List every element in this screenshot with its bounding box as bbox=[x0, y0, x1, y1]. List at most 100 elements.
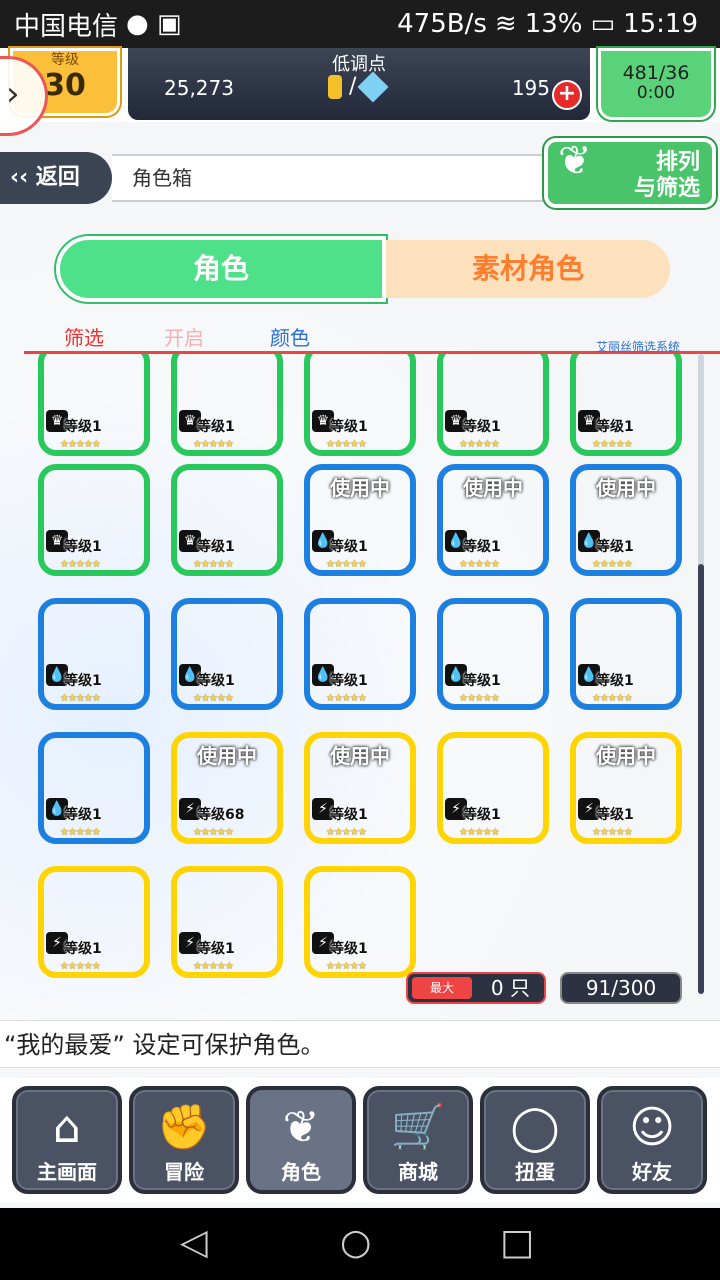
character-card[interactable]: ⚡ 等级1 ★★★★★ bbox=[38, 866, 150, 978]
tab-character[interactable]: 角色 bbox=[56, 236, 386, 302]
favorite-count: 最大 0 只 bbox=[406, 972, 546, 1004]
buy-gems-button[interactable]: + bbox=[552, 80, 582, 110]
card-level: 等级1 bbox=[463, 673, 501, 689]
character-card[interactable]: 💧 等级1 ★★★★★ bbox=[171, 598, 283, 710]
character-card[interactable]: 使用中 💧 等级1 ★★★★★ bbox=[570, 464, 682, 576]
card-level: 等级1 bbox=[197, 419, 235, 435]
character-card[interactable]: ⚡ 等级1 ★★★★★ bbox=[171, 866, 283, 978]
egg-icon: ◯ bbox=[510, 1102, 560, 1153]
card-level: 等级1 bbox=[64, 673, 102, 689]
battery: 13% bbox=[524, 9, 583, 39]
character-grid: ♛ 等级1 ★★★★★ ♛ 等级1 ★★★★★ ♛ 等级1 ★★★★★ ♛ 等级1 ★★★★★ ♛ 等级1… bbox=[38, 354, 688, 994]
tab-material[interactable]: 素材角色 bbox=[386, 240, 670, 298]
character-card[interactable]: ♛ 等级1 ★★★★★ bbox=[570, 354, 682, 456]
filter-bar: 筛选 开启 颜色 艾丽丝筛选系统 bbox=[24, 322, 720, 354]
in-use-badge: 使用中 bbox=[330, 744, 390, 768]
character-card[interactable]: 💧 等级1 ★★★★★ bbox=[437, 598, 549, 710]
friends-icon: ☺ bbox=[629, 1102, 675, 1153]
home-circle-icon[interactable]: ○ bbox=[340, 1222, 371, 1263]
card-level: 等级1 bbox=[596, 539, 634, 555]
character-card[interactable]: 💧 等级1 ★★★★★ bbox=[38, 732, 150, 844]
character-card[interactable]: ♛ 等级1 ★★★★★ bbox=[171, 464, 283, 576]
resource-bar: 低调点 25,273 / 195 + bbox=[128, 48, 590, 120]
recents-icon[interactable]: □ bbox=[500, 1222, 534, 1263]
rarity-stars: ★★★★★ bbox=[592, 827, 633, 838]
character-card[interactable]: 使用中 ⚡ 等级1 ★★★★★ bbox=[304, 732, 416, 844]
gold-icon bbox=[328, 75, 342, 99]
carrier: 中国电信 bbox=[14, 11, 119, 42]
nav-cart[interactable]: 🛒 商城 bbox=[363, 1086, 473, 1194]
character-card[interactable]: ♛ 等级1 ★★★★★ bbox=[437, 354, 549, 456]
nav-friends[interactable]: ☺ 好友 bbox=[597, 1086, 707, 1194]
favorite-value: 0 只 bbox=[490, 976, 530, 1000]
character-card[interactable]: ⚡ 等级1 ★★★★★ bbox=[437, 732, 549, 844]
card-level: 等级1 bbox=[197, 673, 235, 689]
rarity-stars: ★★★★★ bbox=[193, 961, 234, 972]
box-count: 91/300 bbox=[560, 972, 682, 1004]
clock: 15:19 bbox=[623, 9, 698, 39]
gold-amount: 25,273 bbox=[164, 76, 234, 100]
in-use-badge: 使用中 bbox=[596, 476, 656, 500]
gem-amount: 195 bbox=[511, 76, 550, 100]
network-speed: 475B/s bbox=[397, 9, 487, 39]
character-card[interactable]: ♛ 等级1 ★★★★★ bbox=[38, 464, 150, 576]
nav-handshake[interactable]: ✊ 冒险 bbox=[129, 1086, 239, 1194]
nav-bunny[interactable]: ❦ 角色 bbox=[246, 1086, 356, 1194]
card-level: 等级1 bbox=[64, 941, 102, 957]
card-level: 等级1 bbox=[463, 539, 501, 555]
scrollbar[interactable] bbox=[698, 354, 704, 994]
card-level: 等级68 bbox=[197, 807, 245, 823]
rarity-stars: ★★★★★ bbox=[326, 439, 367, 450]
back-button[interactable]: ‹‹ 返回 bbox=[0, 152, 112, 204]
character-card[interactable]: ♛ 等级1 ★★★★★ bbox=[304, 354, 416, 456]
back-icon[interactable]: ◁ bbox=[180, 1222, 208, 1263]
bunny-icon: ❦ bbox=[282, 1102, 320, 1153]
battery-icon: ▭ bbox=[590, 9, 616, 39]
handshake-icon: ✊ bbox=[156, 1102, 212, 1153]
filter-label[interactable]: 筛选 bbox=[64, 322, 104, 351]
nav-label: 商城 bbox=[398, 1160, 438, 1184]
scrollbar-thumb[interactable] bbox=[698, 564, 704, 994]
card-level: 等级1 bbox=[330, 539, 368, 555]
rarity-stars: ★★★★★ bbox=[459, 559, 500, 570]
top-bar: 等级 30 低调点 25,273 / 195 + 481/36 0:00 › bbox=[0, 48, 720, 136]
in-use-badge: 使用中 bbox=[463, 476, 523, 500]
rarity-stars: ★★★★★ bbox=[592, 439, 633, 450]
card-level: 等级1 bbox=[596, 419, 634, 435]
card-level: 等级1 bbox=[330, 807, 368, 823]
nav-home[interactable]: ⌂ 主画面 bbox=[12, 1086, 122, 1194]
card-level: 等级1 bbox=[463, 419, 501, 435]
character-card[interactable]: 💧 等级1 ★★★★★ bbox=[304, 598, 416, 710]
nav-row: ‹‹ 返回 角色箱 ❦ 排列 与筛选 bbox=[0, 138, 720, 208]
in-use-badge: 使用中 bbox=[330, 476, 390, 500]
rarity-stars: ★★★★★ bbox=[592, 693, 633, 704]
max-tag: 最大 bbox=[412, 977, 472, 999]
card-level: 等级1 bbox=[596, 807, 634, 823]
character-card[interactable]: 💧 等级1 ★★★★★ bbox=[38, 598, 150, 710]
rarity-stars: ★★★★★ bbox=[60, 961, 101, 972]
bottom-nav: ⌂ 主画面 ✊ 冒险 ❦ 角色 🛒 商城 ◯ 扭蛋 ☺ 好友 bbox=[0, 1078, 720, 1202]
character-card[interactable]: 使用中 💧 等级1 ★★★★★ bbox=[437, 464, 549, 576]
card-level: 等级1 bbox=[463, 807, 501, 823]
rarity-stars: ★★★★★ bbox=[459, 693, 500, 704]
card-level: 等级1 bbox=[596, 673, 634, 689]
character-card[interactable]: 使用中 ⚡ 等级68 ★★★★★ bbox=[171, 732, 283, 844]
nav-label: 好友 bbox=[632, 1160, 672, 1184]
character-card[interactable]: 💧 等级1 ★★★★★ bbox=[570, 598, 682, 710]
filter-system-label: 艾丽丝筛选系统 bbox=[595, 340, 680, 354]
sort-filter-button[interactable]: ❦ 排列 与筛选 bbox=[544, 138, 716, 208]
character-card[interactable]: ♛ 等级1 ★★★★★ bbox=[171, 354, 283, 456]
color-filter[interactable]: 颜色 bbox=[270, 322, 310, 351]
rarity-stars: ★★★★★ bbox=[60, 693, 101, 704]
rarity-stars: ★★★★★ bbox=[326, 559, 367, 570]
card-level: 等级1 bbox=[197, 941, 235, 957]
character-card[interactable]: ♛ 等级1 ★★★★★ bbox=[38, 354, 150, 456]
resource-title: 低调点 bbox=[332, 54, 386, 75]
card-level: 等级1 bbox=[330, 673, 368, 689]
character-card[interactable]: ⚡ 等级1 ★★★★★ bbox=[304, 866, 416, 978]
character-card[interactable]: 使用中 ⚡ 等级1 ★★★★★ bbox=[570, 732, 682, 844]
rarity-stars: ★★★★★ bbox=[193, 693, 234, 704]
nav-egg[interactable]: ◯ 扭蛋 bbox=[480, 1086, 590, 1194]
character-card[interactable]: 使用中 💧 等级1 ★★★★★ bbox=[304, 464, 416, 576]
filter-toggle[interactable]: 开启 bbox=[164, 322, 204, 351]
